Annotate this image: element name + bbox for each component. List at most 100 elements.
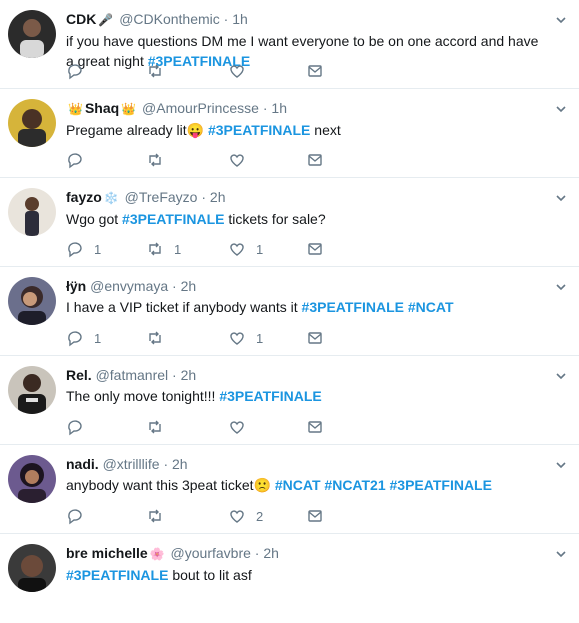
tweet-card[interactable]: 👑 Shaq 👑 @AmourPrincesse · 1h Pregame alre… [0,89,579,178]
tweet-card[interactable]: CDK 🎤 @CDKonthemic · 1h if you have quest… [0,0,579,89]
tweet-card[interactable]: bre michelle 🌸 @yourfavbre · 2h #3PEATFIN… [0,534,579,623]
like-button[interactable] [228,151,246,169]
timestamp[interactable]: 2h [181,278,197,294]
retweet-button[interactable] [146,329,164,347]
tweet-header: Rel. @fatmanrel · 2h [66,366,543,384]
hashtag-link[interactable]: #NCAT [275,477,321,493]
hashtag-link[interactable]: #3PEATFINALE [208,122,310,138]
tweet-card[interactable]: Rel. @fatmanrel · 2h The only move tonig… [0,356,579,445]
reply-count: 1 [94,330,102,346]
reply-button[interactable] [66,418,84,436]
user-handle[interactable]: @CDKonthemic [119,11,220,27]
reply-button[interactable]: 1 [66,240,101,258]
direct-message-button[interactable] [306,507,324,525]
like-button[interactable]: 1 [228,329,263,347]
tweet-card[interactable]: nadi. @xtrilllife · 2h anybody want this… [0,445,579,534]
timestamp[interactable]: 2h [181,367,197,383]
like-icon [230,421,244,434]
direct-message-icon [308,332,322,344]
timestamp[interactable]: 2h [263,545,279,561]
tweet-text-part: Pregame already lit [66,122,187,138]
display-name[interactable]: Rel. [66,367,92,383]
tweet-text: anybody want this 3peat ticket🙁 #NCAT #N… [66,475,543,495]
caret-down-icon[interactable] [555,14,567,26]
retweet-icon [149,64,161,78]
like-button[interactable] [228,62,246,80]
separator-dot: · [172,278,177,294]
tweet-actions: 2 [66,507,356,525]
tweet-text-part: anybody want this 3peat ticket [66,477,254,493]
tweet-actions: 1 1 1 [66,240,356,258]
tweet-card[interactable]: łÿn @envymaya · 2h I have a VIP ticket i… [0,267,579,356]
reply-count: 1 [94,241,102,257]
direct-message-button[interactable] [306,62,324,80]
display-name[interactable]: łÿn [66,278,86,294]
retweet-icon [149,153,161,167]
caret-down-icon[interactable] [555,281,567,293]
avatar[interactable] [8,188,56,236]
like-count: 1 [256,241,264,257]
display-name[interactable]: Shaq [85,100,119,116]
hashtag-link[interactable]: #3PEATFINALE [66,567,168,583]
retweet-button[interactable] [146,507,164,525]
hashtag-link[interactable]: #3PEATFINALE [390,477,492,493]
reply-icon [68,64,82,80]
tweet-card[interactable]: fayzo ❄️ @TreFayzo · 2h Wgo got #3PEATFIN… [0,178,579,267]
display-name[interactable]: fayzo [66,189,102,205]
reply-button[interactable] [66,151,84,169]
like-button[interactable] [228,418,246,436]
like-button[interactable]: 1 [228,240,263,258]
retweet-button[interactable]: 1 [146,240,181,258]
hashtag-link[interactable]: #3PEATFINALE [219,388,321,404]
caret-down-icon[interactable] [555,103,567,115]
caret-down-icon[interactable] [555,548,567,560]
caret-down-icon[interactable] [555,370,567,382]
hashtag-link[interactable]: #NCAT [408,299,454,315]
reply-button[interactable] [66,507,84,525]
direct-message-button[interactable] [306,418,324,436]
tweet-text-part: tickets for sale? [224,211,326,227]
user-handle[interactable]: @envymaya [90,278,168,294]
direct-message-button[interactable] [306,329,324,347]
display-name[interactable]: CDK [66,11,96,27]
retweet-button[interactable] [146,418,164,436]
tweet-text-part: I have a VIP ticket if anybody wants it [66,299,302,315]
hashtag-link[interactable]: #3PEATFINALE [302,299,404,315]
caret-down-icon[interactable] [555,459,567,471]
user-handle[interactable]: @yourfavbre [171,545,251,561]
timestamp[interactable]: 1h [232,11,248,27]
hashtag-link[interactable]: #3PEATFINALE [122,211,224,227]
avatar[interactable] [8,544,56,592]
display-name[interactable]: nadi. [66,456,99,472]
caret-down-icon[interactable] [555,192,567,204]
avatar[interactable] [8,99,56,147]
direct-message-button[interactable] [306,240,324,258]
hashtag-link[interactable]: #NCAT21 [324,477,385,493]
like-icon [230,65,244,78]
user-handle[interactable]: @TreFayzo [125,189,198,205]
timestamp[interactable]: 2h [172,456,188,472]
retweet-button[interactable] [146,62,164,80]
user-handle[interactable]: @xtrilllife [103,456,160,472]
reply-button[interactable]: 1 [66,329,101,347]
avatar[interactable] [8,10,56,58]
like-button[interactable]: 2 [228,507,263,525]
retweet-button[interactable] [146,151,164,169]
separator-dot: · [254,545,260,561]
reply-button[interactable] [66,62,84,80]
direct-message-icon [308,243,322,255]
user-handle[interactable]: @AmourPrincesse [142,100,259,116]
tweet-text-part: Wgo got [66,211,123,227]
user-handle[interactable]: @fatmanrel [96,367,169,383]
avatar[interactable] [8,366,56,414]
tweet-text-part: The only move tonight!!! [66,388,220,404]
timestamp[interactable]: 1h [271,100,287,116]
tweet-text: #3PEATFINALE bout to lit asf [66,565,543,585]
direct-message-button[interactable] [306,151,324,169]
display-name[interactable]: bre michelle [66,545,148,561]
avatar[interactable] [8,455,56,503]
tweet-header: łÿn @envymaya · 2h [66,277,543,295]
timestamp[interactable]: 2h [210,189,226,205]
avatar[interactable] [8,277,56,325]
frown-emoji: 🙁 [253,477,271,493]
